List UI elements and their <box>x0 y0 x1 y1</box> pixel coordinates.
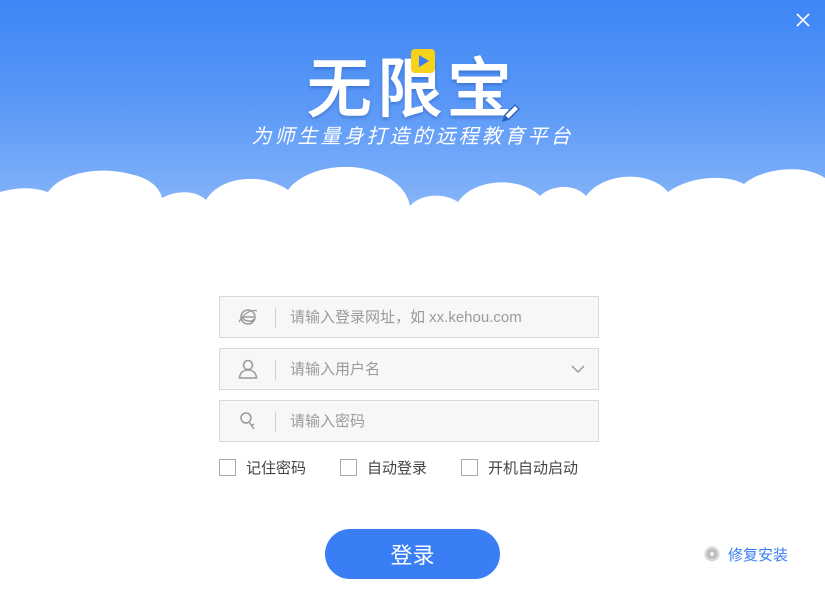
browser-icon <box>238 309 258 325</box>
remember-password-label: 记住密码 <box>246 459 307 477</box>
launch-on-startup-label: 开机自动启动 <box>488 459 579 477</box>
login-window: 无限宝 为师生量身打造的远程教育平台 请输入登录网址，如 xx.kehou.co… <box>0 0 825 613</box>
gear-icon <box>704 546 720 562</box>
play-icon <box>410 49 435 73</box>
password-field[interactable] <box>219 400 599 442</box>
slogan: 为师生量身打造的远程教育平台 <box>251 124 574 148</box>
username-field[interactable] <box>219 348 599 390</box>
url-field[interactable] <box>219 296 599 338</box>
close-button[interactable] <box>791 8 815 32</box>
remember-password-checkbox[interactable]: 记住密码 <box>219 457 306 478</box>
username-input[interactable] <box>276 348 558 390</box>
launch-on-startup-box[interactable] <box>461 458 479 476</box>
url-input[interactable] <box>276 296 598 338</box>
app-logo: 无限宝 <box>0 38 825 130</box>
auto-login-checkbox[interactable]: 自动登录 <box>340 457 427 478</box>
url-field-icon-box <box>220 297 276 337</box>
login-button[interactable]: 登录 <box>325 529 500 579</box>
password-input[interactable] <box>276 400 598 442</box>
launch-on-startup-checkbox[interactable]: 开机自动启动 <box>461 457 578 478</box>
username-field-icon-box <box>220 349 276 389</box>
password-field-icon-box <box>220 401 276 441</box>
auto-login-box[interactable] <box>340 458 358 476</box>
repair-install-link[interactable]: 修复安装 <box>703 543 788 565</box>
auto-login-label: 自动登录 <box>367 459 428 477</box>
clouds-decoration <box>0 166 825 240</box>
username-dropdown-button[interactable] <box>558 349 598 389</box>
login-options: 记住密码 自动登录 开机自动启动 <box>219 455 619 479</box>
repair-install-label: 修复安装 <box>728 546 789 564</box>
key-icon <box>240 412 255 430</box>
user-icon <box>238 359 258 379</box>
chevron-down-icon <box>571 365 585 374</box>
remember-password-box[interactable] <box>219 458 236 476</box>
logo-text: 无限宝 <box>308 38 520 130</box>
close-icon <box>796 13 810 27</box>
